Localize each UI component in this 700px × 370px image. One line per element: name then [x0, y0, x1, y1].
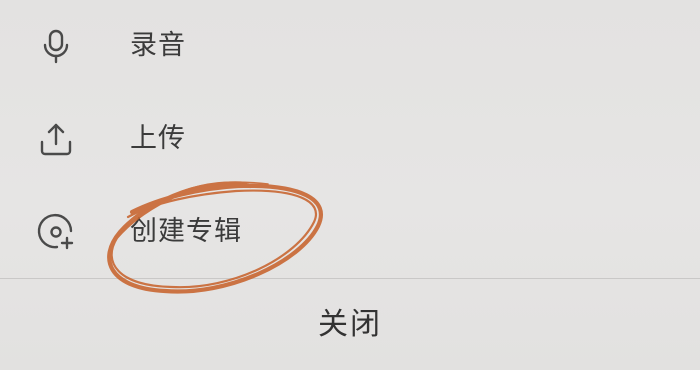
microphone-icon [36, 26, 76, 66]
menu-item-label: 录音 [130, 30, 186, 61]
close-button[interactable]: 关闭 [0, 279, 700, 370]
menu-item-upload[interactable]: 上传 [0, 99, 700, 179]
menu-item-label: 创建专辑 [130, 216, 242, 247]
upload-icon [36, 119, 76, 159]
menu-item-record[interactable]: 录音 [0, 6, 700, 86]
create-album-icon [36, 212, 76, 252]
menu-item-create-album[interactable]: 创建专辑 [0, 192, 700, 272]
menu-item-label: 上传 [130, 123, 186, 154]
action-sheet: 录音 上传 创建专辑 关闭 [0, 0, 700, 370]
